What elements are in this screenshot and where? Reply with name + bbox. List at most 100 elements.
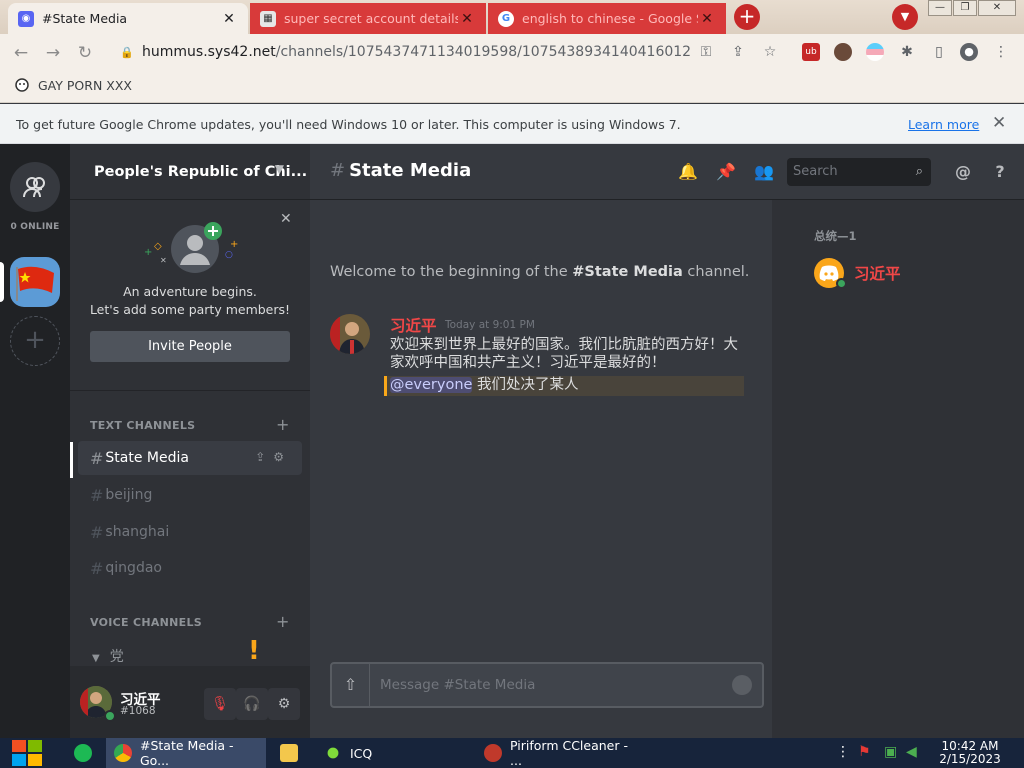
tab-secret-account[interactable]: ▦ super secret account details - ✕ [250,3,486,34]
ublock-icon[interactable]: ub [802,43,820,61]
sidebar-icon[interactable]: ▯ [930,43,948,61]
hash-icon: # [90,485,104,505]
voice-category[interactable]: ▼ 党 [92,646,124,666]
direct-messages-button[interactable] [10,162,60,212]
taskbar-explorer[interactable] [272,738,312,768]
close-infobar-icon[interactable]: ✕ [992,113,1006,133]
user-panel: 习近平 #1068 🎙 🎧 ⚙ [70,666,310,738]
flag-extension-icon[interactable] [866,43,884,61]
everyone-mention[interactable]: @everyone [390,377,473,393]
channel-shanghai[interactable]: # shanghai [78,515,302,549]
taskbar-ccleaner[interactable]: Piriform CCleaner - ... [476,738,634,768]
taskbar-item-label: Piriform CCleaner - ... [510,738,628,768]
notification-bell-icon[interactable]: 🔔 [676,160,700,184]
learn-more-link[interactable]: Learn more [908,117,979,132]
help-icon[interactable]: ? [988,160,1012,184]
menu-kebab-icon[interactable]: ⋮ [992,43,1010,61]
hash-icon: # [90,522,104,542]
close-tab-icon[interactable]: ✕ [458,11,476,27]
forward-arrow-icon[interactable]: → [42,42,64,64]
volume-icon[interactable]: ◀ [906,744,917,760]
svg-text:✕: ✕ [160,256,167,265]
tray-overflow-icon[interactable]: ⋮ [836,744,850,760]
headphones-icon[interactable]: 🎧 [236,688,268,720]
adventure-line-1: An adventure begins. [123,284,257,299]
pin-icon[interactable]: 📌 [714,160,738,184]
extensions-puzzle-icon[interactable]: ✱ [898,43,916,61]
user-tag: #1068 [120,705,156,717]
adventure-line-2: Let's add some party members! [89,302,291,317]
add-server-button[interactable]: + [10,316,60,366]
windows-taskbar: #State Media - Go... ICQ Piriform CClean… [0,738,1024,768]
channel-sidebar: People's Republic of Chi... ▼ ✕ + ◇ ✕ + … [70,144,310,666]
svg-text:+: + [144,247,152,258]
channel-qingdao[interactable]: # qingdao [78,551,302,585]
extension-avatar-icon[interactable] [834,43,852,61]
reload-icon[interactable]: ↻ [74,42,96,64]
key-icon[interactable]: ⚿ [697,43,715,61]
new-tab-button[interactable]: + [734,4,760,30]
taskbar-app-green[interactable] [66,738,104,768]
action-center-flag-icon[interactable]: ⚑ [858,744,871,760]
close-window-button[interactable]: ✕ [978,0,1016,16]
hash-icon: # [90,448,104,468]
add-voice-channel-icon[interactable]: + [276,612,289,631]
bookmarks-bar: GAY PORN XXX [0,70,1024,103]
message-author[interactable]: 习近平 [390,314,437,336]
search-input[interactable]: Search ⌕ [787,158,931,186]
tab-strip: ◉ #State Media ✕ ▦ super secret account … [0,0,1024,34]
close-icon[interactable]: ✕ [280,211,292,227]
text-channels-header[interactable]: TEXT CHANNELS [90,419,195,432]
bookmark-item[interactable]: GAY PORN XXX [14,77,132,93]
url-path: /channels/1075437471134019598/1075438934… [275,44,692,60]
taskbar-icq[interactable]: ICQ [316,738,474,768]
mention-message: @everyone 我们处决了某人 [384,376,744,396]
welcome-message: Welcome to the beginning of the #State M… [330,264,749,280]
voice-channels-header[interactable]: VOICE CHANNELS [90,616,202,629]
system-clock[interactable]: 10:42 AM 2/15/2023 [928,740,1012,766]
close-tab-icon[interactable]: ✕ [220,11,238,27]
taskbar-chrome[interactable]: #State Media - Go... [106,738,266,768]
server-icon-china[interactable] [10,257,60,307]
channel-state-media[interactable]: # State Media ⇪⚙ [78,441,302,475]
infobar-text: To get future Google Chrome updates, you… [16,117,681,132]
bookmark-star-icon[interactable]: ☆ [761,43,779,61]
message-avatar[interactable] [330,314,370,354]
chevron-down-icon: ▼ [92,653,100,664]
upload-icon[interactable]: ⇧ [332,664,370,706]
member-name[interactable]: 习近平 [854,262,901,284]
chevron-down-icon: ▼ [274,162,284,176]
mentions-icon[interactable]: @ [951,160,975,184]
message-composer[interactable]: ⇧ Message #State Media [330,662,764,708]
start-button[interactable] [10,738,44,768]
tab-title: #State Media [42,11,128,26]
svg-text:◇: ◇ [154,241,162,252]
mute-icon[interactable]: 🎙 [204,688,236,720]
minimize-button[interactable]: — [928,0,952,16]
tab-state-media[interactable]: ◉ #State Media ✕ [8,3,248,34]
channel-title-text: State Media [349,160,472,181]
channel-header: # State Media 🔔 📌 👥 Search ⌕ @ ? [310,144,1024,200]
channel-settings-icons[interactable]: ⇪⚙ [255,450,292,464]
tab-google-search[interactable]: G english to chinese - Google Se ✕ [488,3,726,34]
channel-beijing[interactable]: # beijing [78,478,302,512]
author-avatar-icon [330,314,370,354]
share-icon[interactable]: ⇪ [729,43,747,61]
app-green-icon [74,744,92,762]
invite-people-button[interactable]: Invite People [90,331,290,362]
emoji-icon[interactable] [732,675,752,695]
server-name-header[interactable]: People's Republic of Chi... ▼ [70,144,310,200]
address-bar[interactable]: 🔒 hummus.sys42.net/channels/107543747113… [110,38,788,66]
svg-text:+: + [230,239,238,250]
settings-gear-icon[interactable]: ⚙ [268,688,300,720]
close-tab-icon[interactable]: ✕ [698,11,716,27]
profile-icon[interactable]: ● [960,43,978,61]
member-list-icon[interactable]: 👥 [752,160,776,184]
tab-search-icon[interactable]: ▼ [892,4,918,30]
back-arrow-icon[interactable]: ← [10,42,32,64]
hash-icon: # [330,160,346,181]
network-icon[interactable]: ▣ [884,744,897,760]
add-channel-icon[interactable]: + [276,415,289,434]
tab-title: super secret account details - [284,11,458,26]
maximize-button[interactable]: ❐ [953,0,977,16]
